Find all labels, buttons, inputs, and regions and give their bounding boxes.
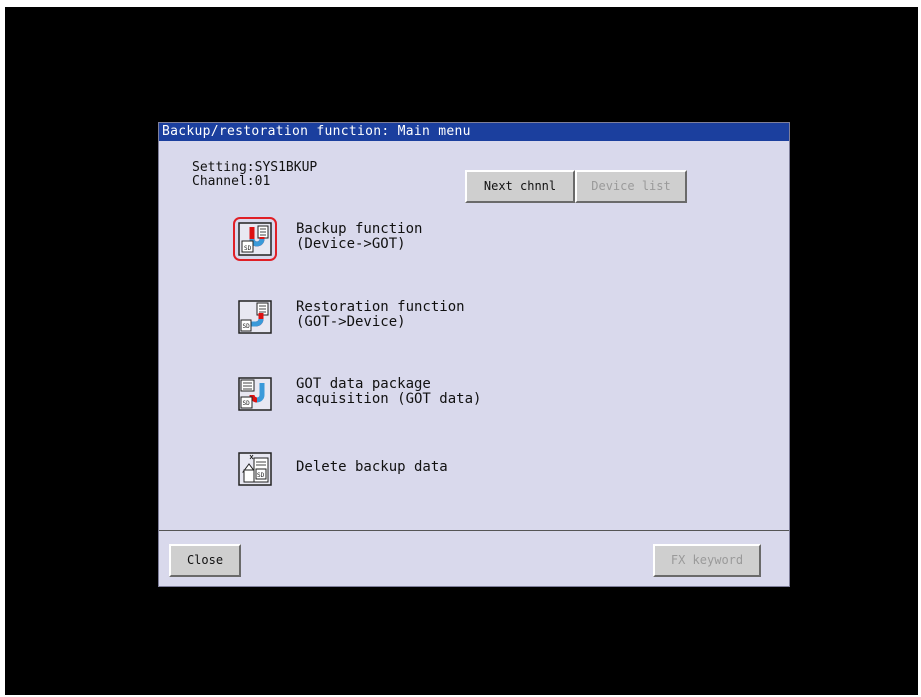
data-package-label: GOT data package acquisition (GOT data) [296,376,482,407]
next-channel-button[interactable]: Next chnnl [465,170,575,203]
backup-label: Backup function (Device->GOT) [296,221,423,252]
menu-item-restoration[interactable]: SD Restoration function (GOT->Device) [238,300,558,340]
svg-text:SD: SD [243,400,251,407]
dialog-title: Backup/restoration function: Main menu [159,123,789,141]
fx-keyword-button[interactable]: FX keyword [653,544,761,577]
setting-info: Setting:SYS1BKUP Channel:01 [192,161,317,189]
close-button[interactable]: Close [169,544,241,577]
menu-item-delete-backup[interactable]: SD Delete backup data [238,452,558,492]
footer-divider [159,530,789,531]
got-screen: Backup/restoration function: Main menu S… [5,7,918,695]
channel-number: Channel:01 [192,174,271,189]
data-package-icon[interactable]: SD [238,377,272,411]
svg-text:SD: SD [243,323,251,330]
main-menu-dialog: Backup/restoration function: Main menu S… [158,122,790,587]
delete-backup-icon[interactable]: SD [238,452,272,486]
svg-text:SD: SD [257,472,265,479]
setting-name: Setting:SYS1BKUP [192,160,318,175]
menu-item-backup[interactable]: SD Backup function (Device->GOT) [233,217,558,262]
delete-backup-label: Delete backup data [296,459,448,475]
restoration-icon[interactable]: SD [238,300,272,334]
svg-text:SD: SD [244,245,252,252]
device-list-button[interactable]: Device list [575,170,687,203]
backup-icon[interactable]: SD [233,217,277,261]
menu-item-data-package[interactable]: SD GOT data package acquisition (GOT data… [238,377,558,417]
restoration-label: Restoration function (GOT->Device) [296,299,465,330]
